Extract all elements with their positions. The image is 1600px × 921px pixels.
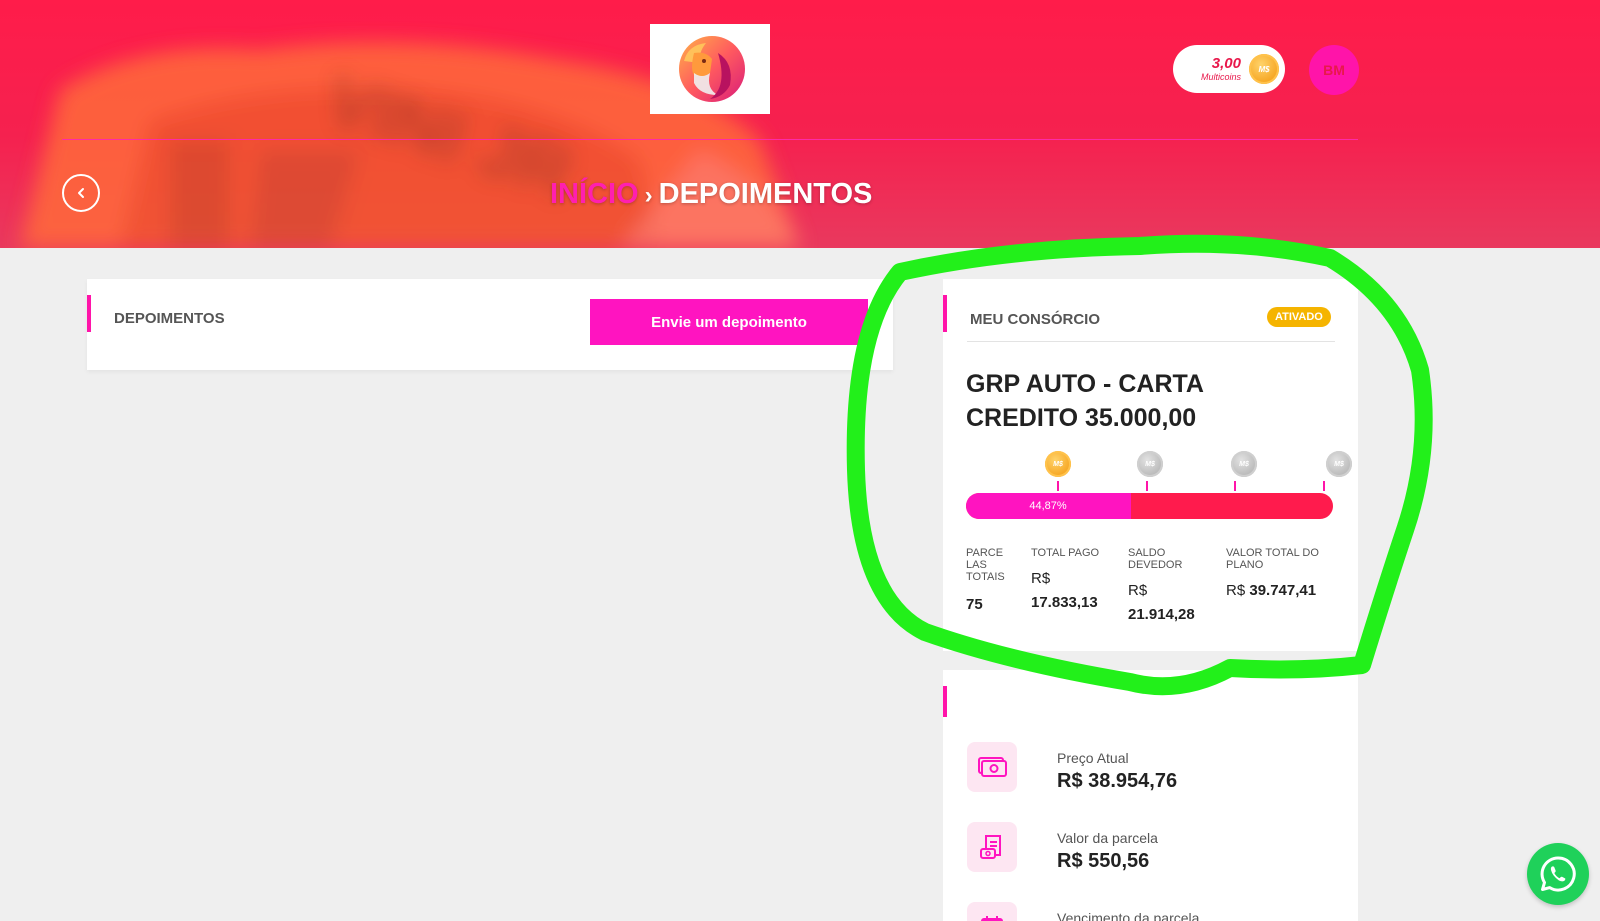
stat-label: VALOR TOTAL DO PLANO: [1226, 547, 1319, 571]
chevron-left-icon: [78, 188, 84, 198]
stat-currency: R$: [1128, 582, 1148, 599]
card-accent-bar: [943, 295, 947, 332]
coin-icon: M$: [1249, 54, 1279, 84]
calendar-icon: [967, 902, 1017, 921]
milestone-coin-icon: M$: [1045, 451, 1071, 477]
milestone-tick: [1323, 481, 1325, 491]
milestone-tick: [1057, 481, 1059, 491]
stat-value: 21.914,28: [1128, 606, 1195, 623]
stat-value: 17.833,13: [1031, 594, 1098, 611]
info-label: Valor da parcela: [1057, 830, 1158, 846]
header-divider: [62, 139, 1358, 140]
stat-plan-total: VALOR TOTAL DO PLANO R$ 39.747,41: [1226, 547, 1336, 603]
progress-label: 44,87%: [1029, 500, 1067, 512]
stat-currency: R$: [1031, 570, 1051, 587]
stat-value: 39.747,41: [1249, 582, 1317, 599]
stat-label: PARCE LAS TOTAIS: [966, 547, 1005, 583]
milestone-coin-icon: M$: [1231, 451, 1257, 477]
whatsapp-button[interactable]: [1527, 843, 1589, 905]
stat-total-paid: TOTAL PAGO R$ 17.833,13: [1031, 547, 1121, 615]
milestone-tick: [1234, 481, 1236, 491]
card-accent-bar: [943, 686, 947, 717]
lion-logo-icon: [679, 36, 745, 102]
breadcrumb-home-link[interactable]: INÍCIO: [550, 178, 639, 210]
stat-value: 75: [966, 596, 983, 613]
my-consortium-card: MEU CONSÓRCIO ATIVADO GRP AUTO - CARTA C…: [943, 279, 1358, 651]
plan-info-card: Preço Atual R$ 38.954,76 Valor da parcel…: [943, 670, 1358, 921]
breadcrumb-separator: ›: [644, 182, 653, 209]
milestone-3: M$: [1231, 451, 1257, 477]
money-icon: [967, 742, 1017, 792]
whatsapp-icon: [1540, 856, 1576, 892]
testimonials-title: DEPOIMENTOS: [114, 310, 225, 327]
milestone-coin-icon: M$: [1326, 451, 1352, 477]
milestone-coin-icon: M$: [1137, 451, 1163, 477]
card-divider: [967, 341, 1335, 342]
milestone-tick: [1146, 481, 1148, 491]
testimonials-card: DEPOIMENTOS Envie um depoimento: [87, 279, 893, 370]
info-value: R$ 550,56: [1057, 850, 1150, 872]
milestone-2: M$: [1137, 451, 1163, 477]
status-badge: ATIVADO: [1267, 307, 1331, 327]
breadcrumb: INÍCIO › DEPOIMENTOS: [550, 178, 872, 211]
info-value: R$ 38.954,76: [1057, 770, 1178, 792]
coins-value: 3,00: [1211, 55, 1241, 72]
brand-logo[interactable]: [650, 24, 770, 114]
stat-label: SALDO DEVEDOR: [1128, 547, 1183, 571]
stat-total-installments: PARCE LAS TOTAIS 75: [966, 547, 1018, 617]
hero-banner: VINI JR 3,00 Multicoins M$ BM INÍCIO › D…: [0, 0, 1600, 248]
milestone-4: M$: [1326, 451, 1352, 477]
invoice-icon: [967, 822, 1017, 872]
plan-name: GRP AUTO - CARTA CREDITO 35.000,00: [966, 370, 1204, 432]
breadcrumb-current: DEPOIMENTOS: [658, 178, 873, 210]
multicoins-balance[interactable]: 3,00 Multicoins M$: [1173, 45, 1285, 93]
stat-currency: R$: [1226, 582, 1246, 599]
back-button[interactable]: [62, 174, 100, 212]
stat-label: TOTAL PAGO: [1031, 547, 1100, 559]
milestone-1: M$: [1045, 451, 1071, 477]
coins-label: Multicoins: [1200, 72, 1241, 82]
info-label: Preço Atual: [1057, 750, 1129, 766]
card-accent-bar: [87, 295, 91, 332]
stat-outstanding-balance: SALDO DEVEDOR R$ 21.914,28: [1128, 547, 1218, 627]
send-testimonial-button[interactable]: Envie um depoimento: [590, 299, 868, 345]
info-label: Vencimento da parcela: [1057, 910, 1200, 921]
consortium-title: MEU CONSÓRCIO: [970, 311, 1101, 328]
payment-progress-bar: 44,87%: [966, 493, 1333, 519]
user-avatar[interactable]: BM: [1309, 45, 1359, 95]
